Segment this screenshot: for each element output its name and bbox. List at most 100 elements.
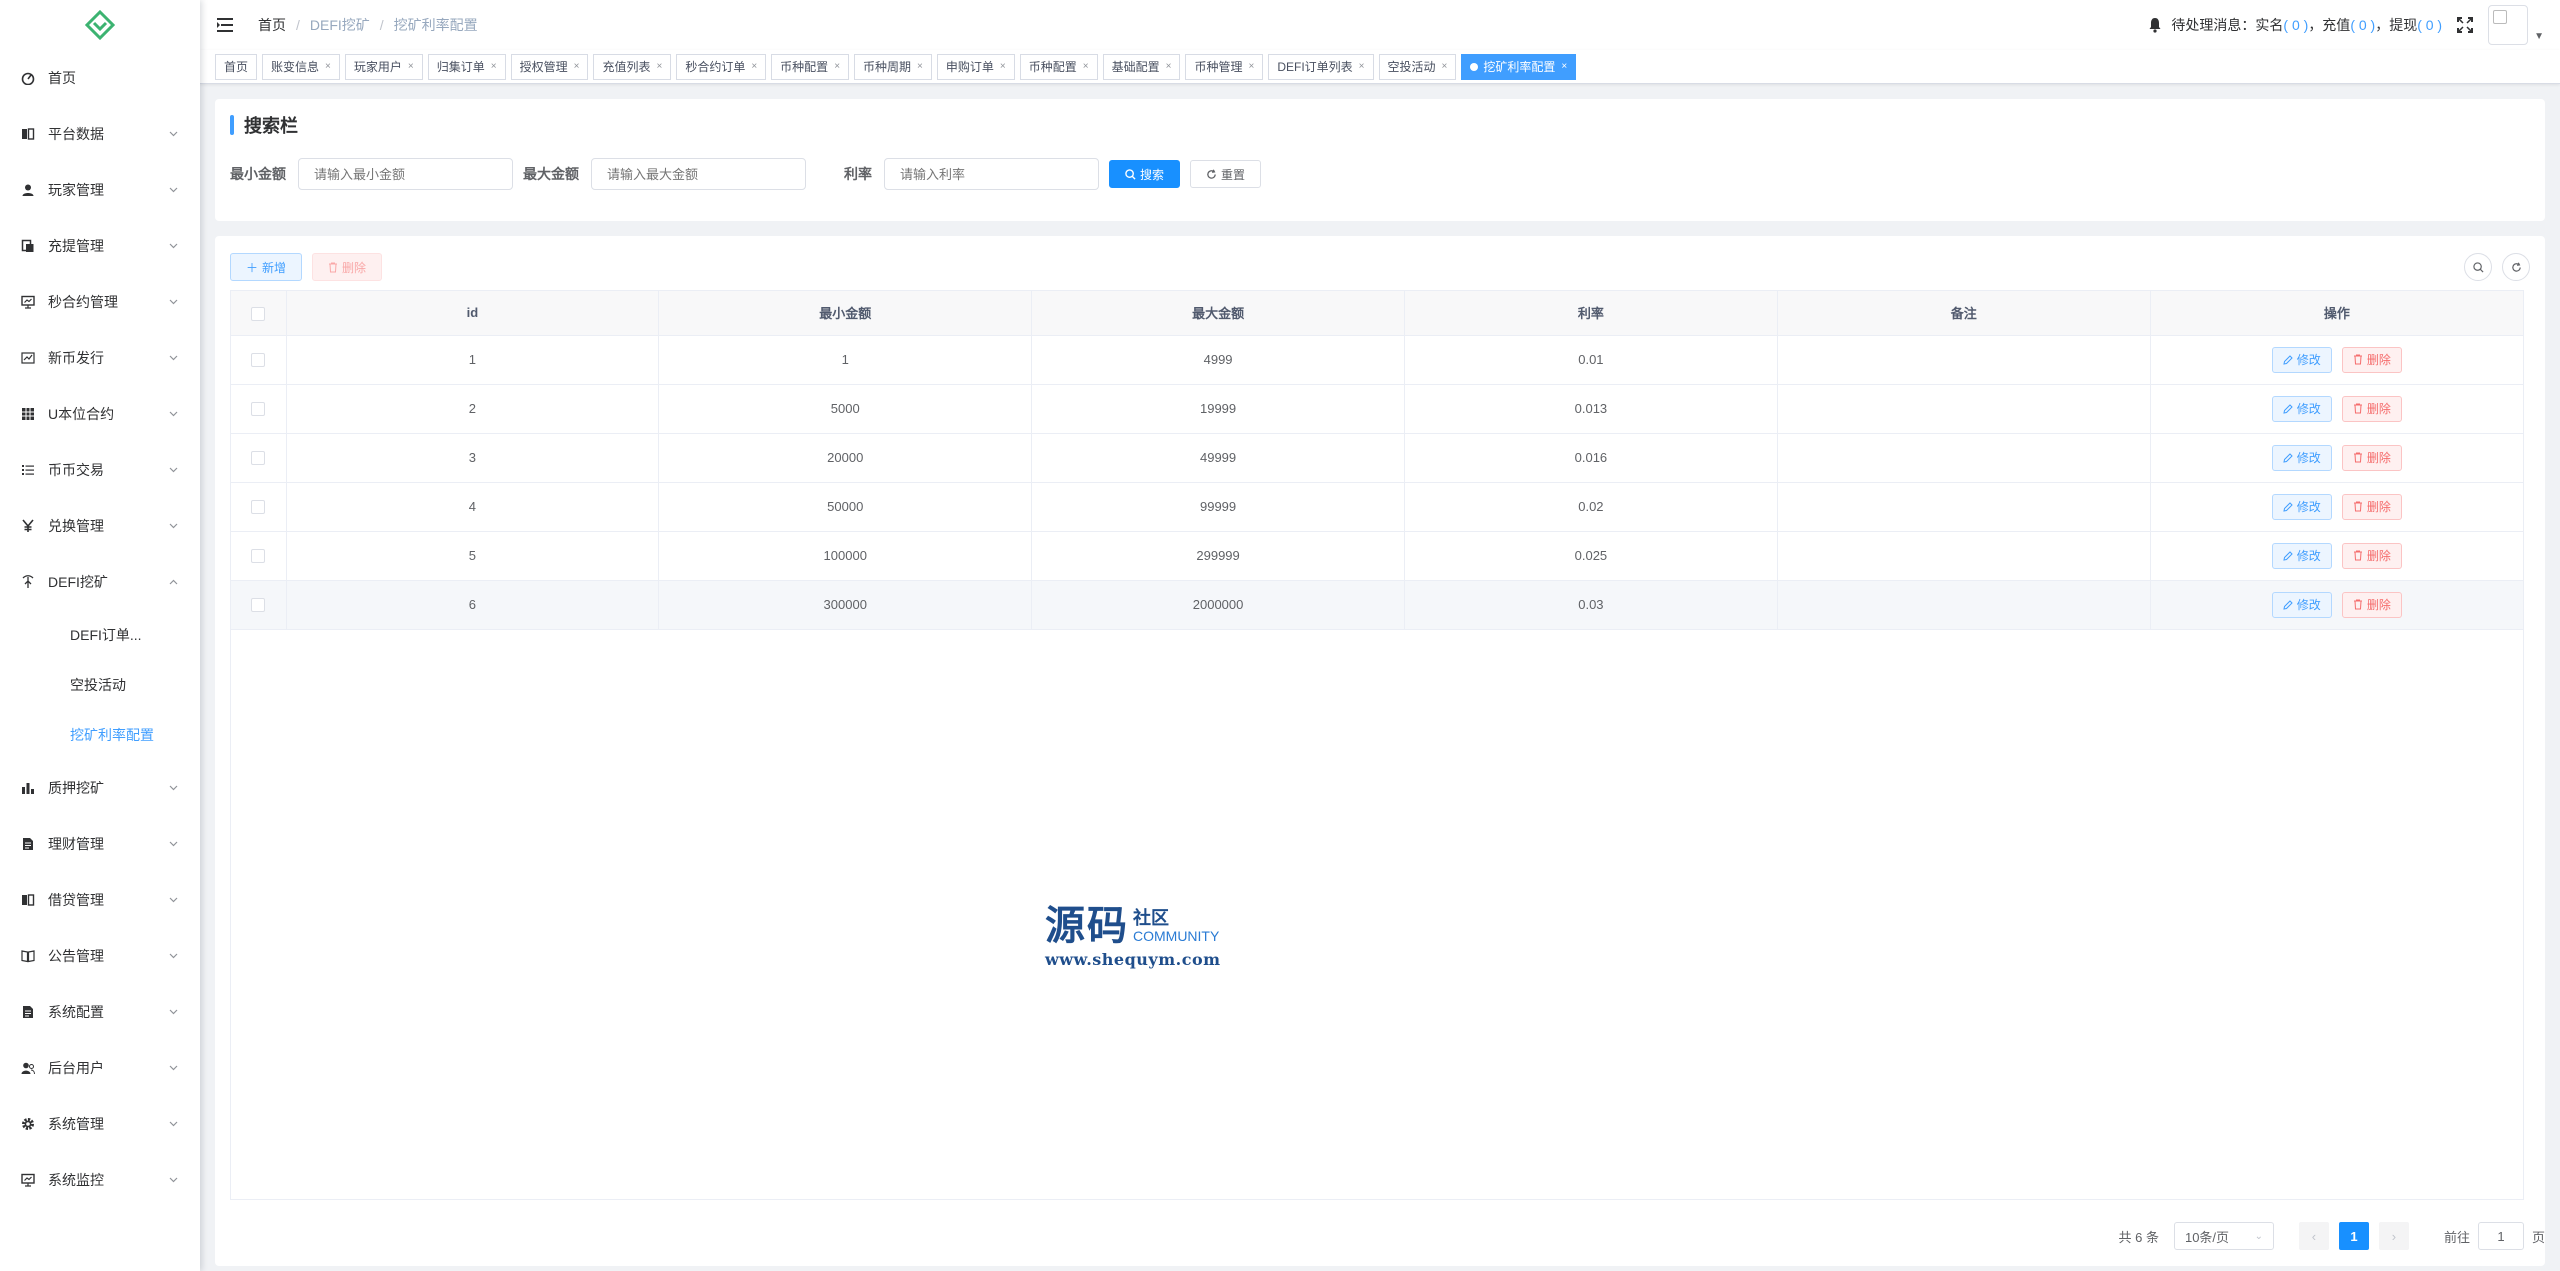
rate-input[interactable] [884,158,1099,190]
logo[interactable] [0,0,200,50]
notice-recharge-label: ，充值 [2308,17,2351,33]
reset-button[interactable]: 重置 [1190,160,1262,188]
close-icon[interactable]: × [408,55,414,79]
prev-page-button[interactable]: ‹ [2298,1222,2329,1250]
column-header-min[interactable]: 最小金额 [658,291,1033,336]
close-icon[interactable]: × [325,55,331,79]
delete-row-button[interactable]: 删除 [2341,493,2402,520]
tab-tag[interactable]: 归集订单 × [427,53,506,80]
page-size-select[interactable]: 10条/页 ⌄ [2173,1222,2274,1250]
delete-row-button[interactable]: 删除 [2341,444,2402,471]
close-icon[interactable]: × [574,55,580,79]
min-amount-input[interactable] [298,158,513,190]
edit-row-button[interactable]: 修改 [2271,542,2332,569]
bulk-delete-button[interactable]: 删除 [312,253,383,281]
sidebar-item[interactable]: 公告管理 [0,928,200,984]
close-icon[interactable]: × [1000,55,1006,79]
breadcrumb-home[interactable]: 首页 [258,15,286,35]
avatar[interactable] [2488,5,2529,45]
tab-tag-active[interactable]: 挖矿利率配置 × [1461,53,1577,80]
sidebar-item[interactable]: DEFI挖矿 [0,554,200,610]
close-icon[interactable]: × [1442,55,1448,79]
sidebar-item[interactable]: 充提管理 [0,218,200,274]
close-icon[interactable]: × [1561,55,1567,79]
close-icon[interactable]: × [751,55,757,79]
delete-row-button[interactable]: 删除 [2341,591,2402,618]
delete-row-button[interactable]: 删除 [2341,395,2402,422]
close-icon[interactable]: × [1359,55,1365,79]
sidebar-item[interactable]: 理财管理 [0,816,200,872]
tab-tag[interactable]: 币种配置 × [1019,53,1098,80]
edit-row-button[interactable]: 修改 [2271,346,2332,373]
column-header-max[interactable]: 最大金额 [1031,291,1405,336]
tab-tag[interactable]: DEFI订单列表 × [1268,53,1374,80]
sidebar-item[interactable]: 借贷管理 [0,872,200,928]
row-checkbox[interactable] [251,500,266,515]
refresh-table-button[interactable] [2502,253,2530,281]
book-icon [20,126,36,142]
column-header-note[interactable]: 备注 [1777,291,2151,336]
sidebar-item[interactable]: 平台数据 [0,106,200,162]
sidebar-item[interactable]: 币币交易 [0,442,200,498]
close-icon[interactable]: × [1083,55,1089,79]
sidebar-subitem[interactable]: 空投活动 [0,660,200,710]
tab-tag[interactable]: 空投活动 × [1378,53,1457,80]
add-button[interactable]: ＋ 新增 [230,253,303,281]
select-all-checkbox[interactable] [251,306,266,321]
sidebar-item[interactable]: 首页 [0,50,200,106]
edit-row-button[interactable]: 修改 [2271,493,2332,520]
sidebar-item[interactable]: 系统监控 [0,1152,200,1208]
close-icon[interactable]: × [1166,55,1172,79]
sidebar-subitem[interactable]: 挖矿利率配置 [0,710,200,760]
tab-tag[interactable]: 充值列表 × [593,53,672,80]
sidebar-item[interactable]: U本位合约 [0,386,200,442]
sidebar-item[interactable]: 兑换管理 [0,498,200,554]
sidebar-item[interactable]: 质押挖矿 [0,760,200,816]
column-header-rate[interactable]: 利率 [1404,291,1778,336]
tab-tag[interactable]: 授权管理 × [510,53,589,80]
sidebar-item[interactable]: 秒合约管理 [0,274,200,330]
max-amount-input[interactable] [591,158,806,190]
delete-row-button[interactable]: 删除 [2341,346,2402,373]
tab-tag[interactable]: 币种周期 × [854,53,932,80]
close-icon[interactable]: × [491,55,497,79]
sidebar-item[interactable]: 系统配置 [0,984,200,1040]
fullscreen-icon[interactable] [2454,14,2476,36]
sidebar-subitem[interactable]: DEFI订单... [0,610,200,660]
tab-tag[interactable]: 账变信息 × [262,53,340,80]
row-checkbox[interactable] [251,402,266,417]
search-button[interactable]: 搜索 [1109,160,1181,188]
tab-tag[interactable]: 首页 [215,53,258,80]
tab-tag[interactable]: 币种配置 × [771,53,850,80]
next-page-button[interactable]: › [2378,1222,2409,1250]
row-checkbox[interactable] [251,598,266,613]
close-icon[interactable]: × [917,55,923,79]
jump-page-input[interactable]: 1 [2477,1222,2524,1250]
tab-tag[interactable]: 秒合约订单 × [676,53,767,80]
tab-tag[interactable]: 玩家用户 × [344,53,423,80]
pending-notice[interactable]: 待处理消息：实名 ( 0 ) ，充值 ( 0 ) ，提现 ( 0 ) [2147,15,2442,35]
tab-tag[interactable]: 币种管理 × [1185,53,1264,80]
sidebar-item[interactable]: 系统管理 [0,1096,200,1152]
edit-row-button[interactable]: 修改 [2271,444,2332,471]
caret-down-icon[interactable]: ▼ [2534,31,2544,42]
delete-row-button[interactable]: 删除 [2341,542,2402,569]
row-checkbox[interactable] [251,549,266,564]
close-icon[interactable]: × [1248,55,1254,79]
row-checkbox[interactable] [251,451,266,466]
toggle-search-button[interactable] [2464,253,2492,281]
tab-tag[interactable]: 基础配置 × [1102,53,1181,80]
sidebar-item[interactable]: 玩家管理 [0,162,200,218]
page-number-current[interactable]: 1 [2338,1222,2369,1250]
rate-label: 利率 [844,166,872,182]
hamburger-icon[interactable] [200,0,250,50]
row-checkbox[interactable] [251,353,266,368]
sidebar-item[interactable]: 新币发行 [0,330,200,386]
edit-row-button[interactable]: 修改 [2271,591,2332,618]
sidebar-item[interactable]: 后台用户 [0,1040,200,1096]
tab-tag[interactable]: 申购订单 × [936,53,1015,80]
column-header-id[interactable]: id [286,291,660,336]
close-icon[interactable]: × [834,55,840,79]
edit-row-button[interactable]: 修改 [2271,395,2332,422]
close-icon[interactable]: × [656,55,662,79]
